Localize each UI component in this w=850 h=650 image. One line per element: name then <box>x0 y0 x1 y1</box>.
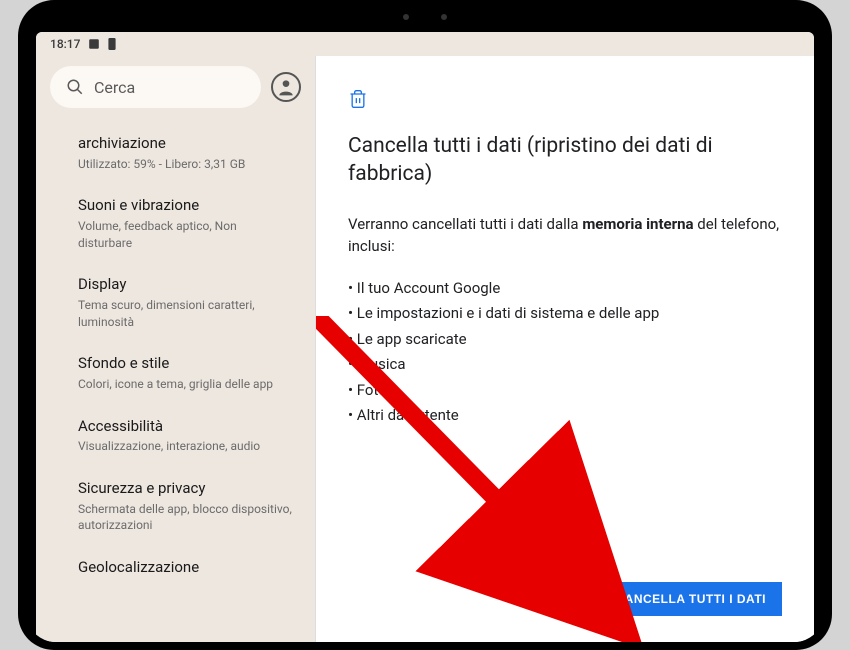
tablet-bezel: 18:17 Cerca <box>26 8 824 642</box>
sidebar-item-sub: Tema scuro, dimensioni caratteri, lumino… <box>78 297 293 331</box>
status-bar: 18:17 <box>36 32 814 56</box>
tablet-frame: 18:17 Cerca <box>18 0 832 650</box>
sidebar-item-title: Sicurezza e privacy <box>78 479 293 499</box>
sidebar-item-sub: Schermata delle app, blocco dispositivo,… <box>78 501 293 535</box>
sidebar-item-title: Accessibilità <box>78 417 293 437</box>
trash-icon <box>348 88 782 114</box>
main-panel: Cancella tutti i dati (ripristino dei da… <box>316 56 814 642</box>
search-icon <box>66 78 84 96</box>
sidebar-item-display[interactable]: Display Tema scuro, dimensioni caratteri… <box>36 263 315 342</box>
sidebar-item-title: Sfondo e stile <box>78 354 293 374</box>
status-time: 18:17 <box>50 37 80 51</box>
list-item: Le impostazioni e i dati di sistema e de… <box>348 301 782 327</box>
page-title: Cancella tutti i dati (ripristino dei da… <box>348 132 782 189</box>
sidebar-item-title: archiviazione <box>78 134 293 154</box>
camera-notch <box>403 14 447 20</box>
desc-pre: Verranno cancellati tutti i dati dalla <box>348 215 582 233</box>
sidebar-item-sub: Colori, icone a tema, griglia delle app <box>78 376 293 393</box>
sidebar-item-sub: Visualizzazione, interazione, audio <box>78 438 293 455</box>
search-input[interactable]: Cerca <box>50 66 261 108</box>
list-item: Le app scaricate <box>348 327 782 353</box>
sidebar-item-sound[interactable]: Suoni e vibrazione Volume, feedback apti… <box>36 184 315 263</box>
status-icons <box>88 38 118 50</box>
search-row: Cerca <box>36 56 315 122</box>
sidebar-item-security[interactable]: Sicurezza e privacy Schermata delle app,… <box>36 467 315 546</box>
status-card-icon <box>106 38 118 50</box>
sidebar-item-title: Geolocalizzazione <box>78 558 293 578</box>
sidebar-item-accessibility[interactable]: Accessibilità Visualizzazione, interazio… <box>36 405 315 467</box>
sidebar-item-location[interactable]: Geolocalizzazione <box>36 546 315 592</box>
person-icon <box>276 77 296 97</box>
sidebar-item-title: Display <box>78 275 293 295</box>
sidebar-item-sub: Volume, feedback aptico, Non disturbare <box>78 218 293 252</box>
sidebar-item-wallpaper[interactable]: Sfondo e stile Colori, icone a tema, gri… <box>36 342 315 404</box>
desc-bold: memoria interna <box>582 215 693 233</box>
sidebar-list[interactable]: archiviazione Utilizzato: 59% - Libero: … <box>36 122 315 642</box>
profile-button[interactable] <box>271 72 301 102</box>
factory-reset-description: Verranno cancellati tutti i dati dalla m… <box>348 213 782 258</box>
sidebar-item-title: Suoni e vibrazione <box>78 196 293 216</box>
status-square-icon <box>88 38 100 50</box>
content-split: Cerca archiviazione Utilizzato: 59% - Li… <box>36 56 814 642</box>
list-item: Musica <box>348 352 782 378</box>
list-item: Altri dati utente <box>348 403 782 429</box>
list-item: Foto <box>348 378 782 404</box>
settings-sidebar: Cerca archiviazione Utilizzato: 59% - Li… <box>36 56 316 642</box>
list-item: Il tuo Account Google <box>348 276 782 302</box>
search-placeholder: Cerca <box>94 78 135 97</box>
sidebar-item-sub: Utilizzato: 59% - Libero: 3,31 GB <box>78 156 293 173</box>
sidebar-item-storage[interactable]: archiviazione Utilizzato: 59% - Libero: … <box>36 122 315 184</box>
action-row: CANCELLA TUTTI I DATI <box>348 582 782 622</box>
screen: 18:17 Cerca <box>36 32 814 642</box>
erase-list: Il tuo Account Google Le impostazioni e … <box>348 276 782 429</box>
erase-all-data-button[interactable]: CANCELLA TUTTI I DATI <box>600 582 782 616</box>
